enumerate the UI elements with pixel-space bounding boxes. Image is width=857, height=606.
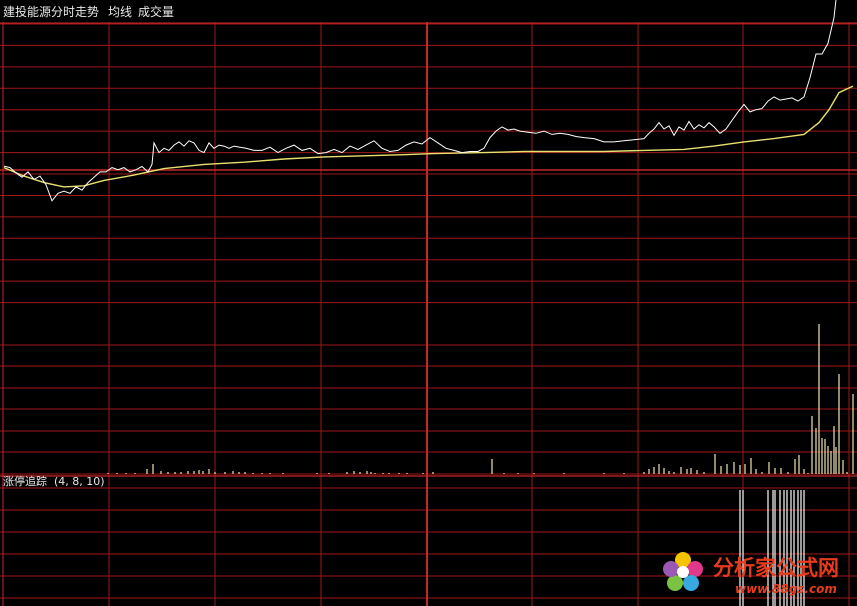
watermark-url: www.88gs.com xyxy=(735,582,837,596)
legend-volume: 成交量 xyxy=(138,4,174,19)
intraday-chart: 建投能源分时走势 均线 成交量 涨停追踪 (4, 8, 10) 分析家公式网 w… xyxy=(0,0,857,606)
indicator-title: 涨停追踪 xyxy=(3,474,47,488)
indicator-params: (4, 8, 10) xyxy=(54,475,105,488)
legend-average: 均线 xyxy=(108,5,132,19)
watermark-name: 分析家公式网 xyxy=(713,556,839,580)
chart-title: 建投能源分时走势 xyxy=(3,4,99,19)
watermark: 分析家公式网 www.88gs.com xyxy=(663,552,839,596)
